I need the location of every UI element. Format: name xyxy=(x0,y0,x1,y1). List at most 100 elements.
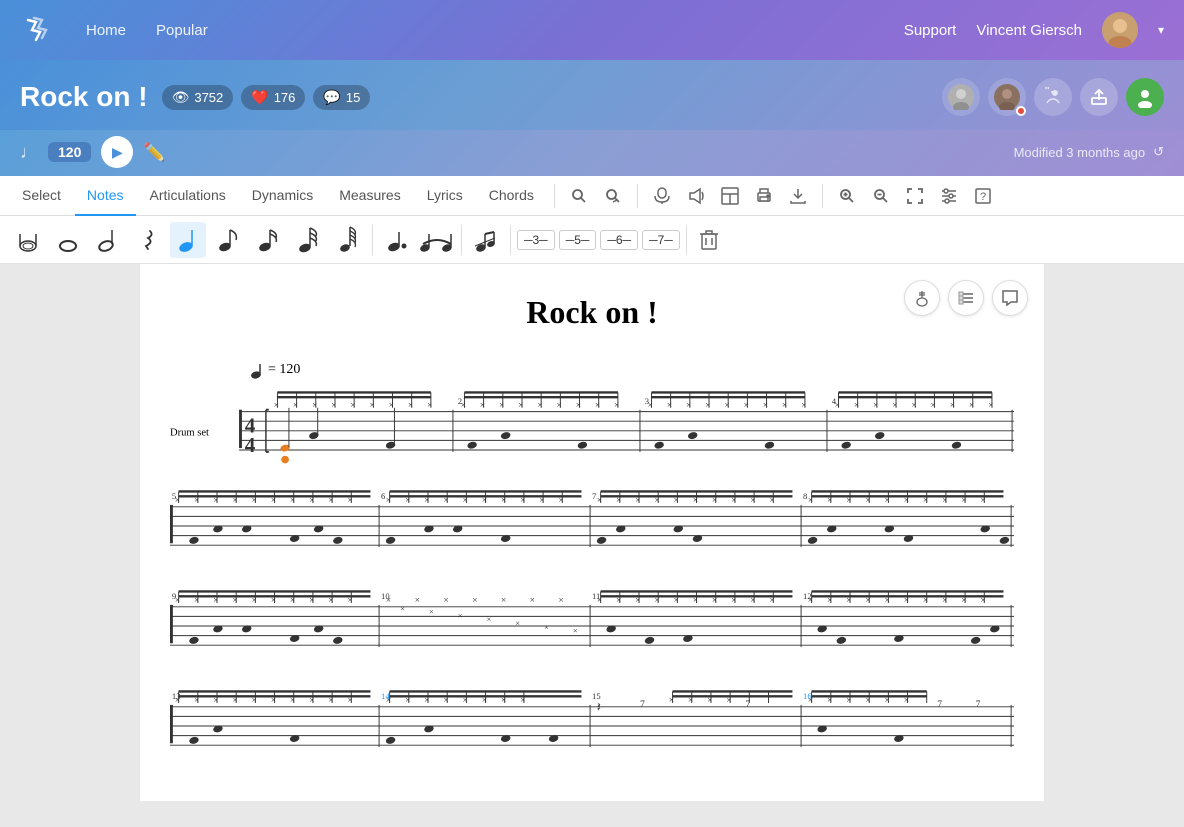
svg-text:×: × xyxy=(530,595,535,606)
tab-lyrics[interactable]: Lyrics xyxy=(415,176,475,216)
layout-button[interactable] xyxy=(714,180,746,212)
toolbar-divider-3 xyxy=(822,184,823,208)
user-profile-button[interactable] xyxy=(1126,78,1164,116)
voice-button[interactable] xyxy=(646,180,678,212)
tuplet-7-btn[interactable]: ─7─ xyxy=(642,230,680,250)
note-divider-1 xyxy=(372,225,373,255)
nav-right-section: Support Vincent Giersch ▾ xyxy=(904,12,1164,48)
sixteenth-note-btn[interactable] xyxy=(250,222,286,258)
whole-note-btn[interactable] xyxy=(50,222,86,258)
print-button[interactable] xyxy=(748,180,780,212)
pencil-icon[interactable]: ✏️ xyxy=(143,142,165,163)
svg-text:×: × xyxy=(763,400,768,411)
delete-note-btn[interactable] xyxy=(693,224,725,256)
staff-row-2: 5 6 7 8 × × × × × × × xyxy=(170,486,1014,566)
svg-text:×: × xyxy=(544,622,549,632)
comments-btn[interactable] xyxy=(992,280,1028,316)
collaborator-avatar-2[interactable] xyxy=(988,78,1026,116)
mixer-button[interactable] xyxy=(933,180,965,212)
modified-text: Modified 3 months ago xyxy=(1014,145,1146,160)
quarter-note-btn[interactable] xyxy=(170,222,206,258)
svg-text:×: × xyxy=(400,604,405,614)
tuplet-6-btn[interactable]: ─6─ xyxy=(600,230,638,250)
tie-btn[interactable] xyxy=(419,222,455,258)
sheet-actions xyxy=(904,280,1028,316)
svg-text:×: × xyxy=(614,400,619,411)
nav-home[interactable]: Home xyxy=(86,22,126,39)
svg-text:×: × xyxy=(429,606,434,616)
play-button[interactable]: ▶ xyxy=(101,136,133,168)
svg-text:×: × xyxy=(537,400,542,411)
thirty-second-note-btn[interactable] xyxy=(290,222,326,258)
svg-text:×: × xyxy=(576,400,581,411)
eighth-note-btn[interactable] xyxy=(210,222,246,258)
views-count: 3752 xyxy=(194,90,223,105)
svg-text:×: × xyxy=(350,400,355,411)
search-button[interactable] xyxy=(563,180,595,212)
logo[interactable] xyxy=(20,12,56,48)
svg-text:×: × xyxy=(557,400,562,411)
svg-text:×: × xyxy=(595,400,600,411)
top-navigation: Home Popular Support Vincent Giersch ▾ xyxy=(0,0,1184,60)
svg-text:×: × xyxy=(648,400,653,411)
song-title: Rock on ! xyxy=(20,81,148,113)
svg-text:×: × xyxy=(458,610,463,620)
svg-text:×: × xyxy=(461,400,466,411)
heart-icon: ❤️ xyxy=(251,89,268,106)
svg-text:×: × xyxy=(724,400,729,411)
comment-icon: 💬 xyxy=(323,89,340,106)
sixty-fourth-note-btn[interactable] xyxy=(330,222,366,258)
search-replace-button[interactable] xyxy=(597,180,629,212)
zoom-in-button[interactable] xyxy=(831,180,863,212)
svg-text:×: × xyxy=(515,618,520,628)
svg-text:×: × xyxy=(518,400,523,411)
header-band: Rock on ! 👁 3752 ❤️ 176 💬 15 xyxy=(0,60,1184,130)
music-notation[interactable]: = 120 Drum set 4 4 xyxy=(170,361,1014,771)
svg-text:": " xyxy=(1045,87,1049,98)
views-badge: 👁 3752 xyxy=(162,85,234,110)
export-button[interactable] xyxy=(782,180,814,212)
tab-measures[interactable]: Measures xyxy=(327,176,412,216)
staff-row-1[interactable]: Drum set 4 4 2 xyxy=(170,381,1014,471)
svg-text:×: × xyxy=(686,400,691,411)
nav-chevron-icon[interactable]: ▾ xyxy=(1158,23,1164,37)
svg-text:×: × xyxy=(892,400,897,411)
tab-articulations[interactable]: Articulations xyxy=(138,176,238,216)
note-divider-4 xyxy=(686,225,687,255)
svg-text:×: × xyxy=(801,400,806,411)
modified-info: Modified 3 months ago ↺ xyxy=(1014,144,1164,160)
tuplet-5-btn[interactable]: ─5─ xyxy=(559,230,597,250)
tab-notes[interactable]: Notes xyxy=(75,176,136,216)
tab-select[interactable]: Select xyxy=(10,176,73,216)
tuplet-3-btn[interactable]: ─3─ xyxy=(517,230,555,250)
share-button[interactable] xyxy=(1080,78,1118,116)
audio-button[interactable] xyxy=(680,180,712,212)
svg-text:×: × xyxy=(744,400,749,411)
fullscreen-button[interactable] xyxy=(899,180,931,212)
svg-text:×: × xyxy=(911,400,916,411)
eye-icon: 👁 xyxy=(172,89,190,106)
double-whole-note-btn[interactable] xyxy=(10,222,46,258)
tab-chords[interactable]: Chords xyxy=(477,176,546,216)
tab-dynamics[interactable]: Dynamics xyxy=(240,176,325,216)
quarter-rest-btn[interactable] xyxy=(130,222,166,258)
dot-btn[interactable] xyxy=(379,222,415,258)
header-right: " xyxy=(942,78,1164,116)
nav-popular[interactable]: Popular xyxy=(156,22,208,39)
note-divider-3 xyxy=(510,225,511,255)
add-collaborator-button[interactable]: " xyxy=(1034,78,1072,116)
svg-text:×: × xyxy=(480,400,485,411)
grace-note-btn[interactable] xyxy=(468,222,504,258)
nav-user-name[interactable]: Vincent Giersch xyxy=(976,22,1082,39)
tracks-list-btn[interactable] xyxy=(948,280,984,316)
collaborator-avatar-1[interactable] xyxy=(942,78,980,116)
svg-text:4: 4 xyxy=(245,433,256,457)
history-icon[interactable]: ↺ xyxy=(1153,144,1164,160)
help-button[interactable]: ? xyxy=(967,180,999,212)
nav-support[interactable]: Support xyxy=(904,22,957,39)
zoom-out-button[interactable] xyxy=(865,180,897,212)
svg-text:×: × xyxy=(667,400,672,411)
user-avatar[interactable] xyxy=(1102,12,1138,48)
half-note-btn[interactable] xyxy=(90,222,126,258)
guitar-instrument-btn[interactable] xyxy=(904,280,940,316)
